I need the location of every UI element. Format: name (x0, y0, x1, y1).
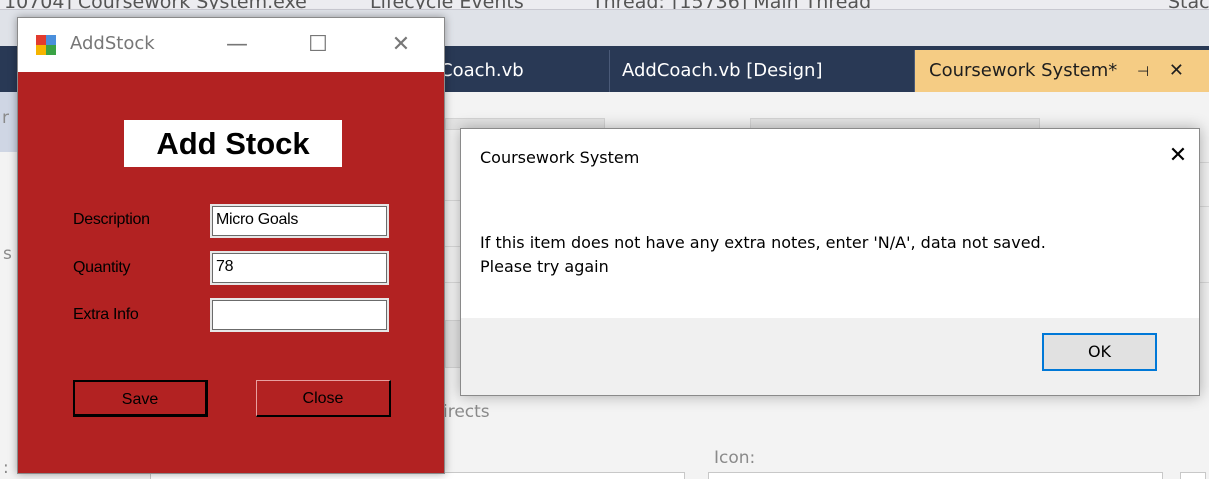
tab-coach-vb[interactable]: Coach.vb (440, 50, 610, 92)
ok-button[interactable]: OK (1042, 333, 1157, 371)
tab-label: Coursework System* (929, 60, 1118, 81)
message-box-close-button[interactable]: ✕ (1163, 141, 1193, 171)
stack-frame-label: Stac (1168, 0, 1209, 9)
ide-left-letter-top: r (2, 108, 9, 128)
icon-property-label: Icon: (714, 448, 756, 468)
ide-left-letter-mid: s (3, 244, 12, 264)
thread-selector[interactable]: [15736] Main Thread (672, 0, 871, 9)
divider (445, 246, 461, 247)
window-close-button[interactable]: ✕ (381, 28, 421, 62)
pin-icon[interactable]: ⊣ (1137, 51, 1149, 93)
maximize-button[interactable]: ☐ (298, 28, 338, 62)
tab-label: Coach.vb (440, 60, 524, 81)
divider (445, 282, 461, 283)
divider (1200, 282, 1209, 283)
addstock-title-bar[interactable]: AddStock — ☐ ✕ (18, 18, 444, 72)
ghost-control (445, 320, 461, 368)
close-button[interactable]: Close (256, 380, 391, 417)
browse-button[interactable] (1180, 472, 1206, 479)
form-heading: Add Stock (124, 120, 342, 167)
addstock-window: AddStock — ☐ ✕ Add Stock Description Mic… (17, 17, 445, 474)
message-text: If this item does not have any extra not… (480, 231, 1180, 279)
message-line-2: Please try again (480, 257, 609, 276)
ide-bottom-mark: : (3, 458, 9, 478)
tab-addcoach-design[interactable]: AddCoach.vb [Design] (610, 50, 915, 92)
quantity-field[interactable]: 78 (210, 251, 389, 285)
quantity-label: Quantity (73, 259, 131, 276)
message-box: Coursework System ✕ If this item does no… (460, 128, 1200, 396)
form-app-icon (36, 35, 56, 55)
save-button[interactable]: Save (73, 380, 208, 417)
description-field[interactable]: Micro Goals (210, 204, 389, 238)
minimize-button[interactable]: — (217, 28, 257, 62)
description-label: Description (73, 211, 150, 228)
message-line-1: If this item does not have any extra not… (480, 233, 1046, 252)
icon-property-input[interactable] (708, 472, 1163, 479)
close-tab-icon[interactable]: ✕ (1169, 50, 1184, 92)
divider (445, 200, 461, 201)
extra-info-label: Extra Info (73, 306, 139, 323)
message-box-title: Coursework System (480, 148, 640, 167)
ide-toolbar: 10704] Coursework System.exe Lifecycle E… (0, 0, 1209, 10)
tab-label: AddCoach.vb [Design] (622, 60, 823, 81)
divider (1200, 162, 1209, 163)
message-box-footer: OK (461, 318, 1199, 395)
process-selector[interactable]: 10704] Coursework System.exe (4, 0, 307, 9)
divider (1200, 206, 1209, 207)
tab-coursework-system[interactable]: Coursework System* ⊣ ✕ (915, 50, 1209, 92)
lifecycle-events-menu[interactable]: Lifecycle Events (370, 0, 524, 9)
extra-info-field[interactable] (210, 298, 389, 332)
redirects-label: irects (443, 402, 490, 422)
window-title: AddStock (70, 33, 155, 54)
thread-label: Thread: (592, 0, 665, 9)
